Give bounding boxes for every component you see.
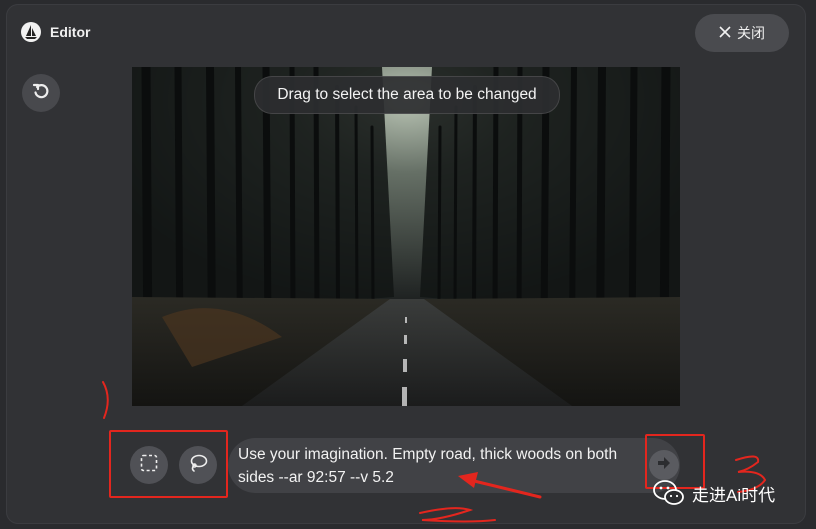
watermark-text: 走进Ai时代: [692, 485, 776, 505]
annotation-marks: [102, 381, 767, 523]
wechat-icon: [652, 478, 686, 508]
watermark: 走进Ai时代: [652, 478, 775, 508]
